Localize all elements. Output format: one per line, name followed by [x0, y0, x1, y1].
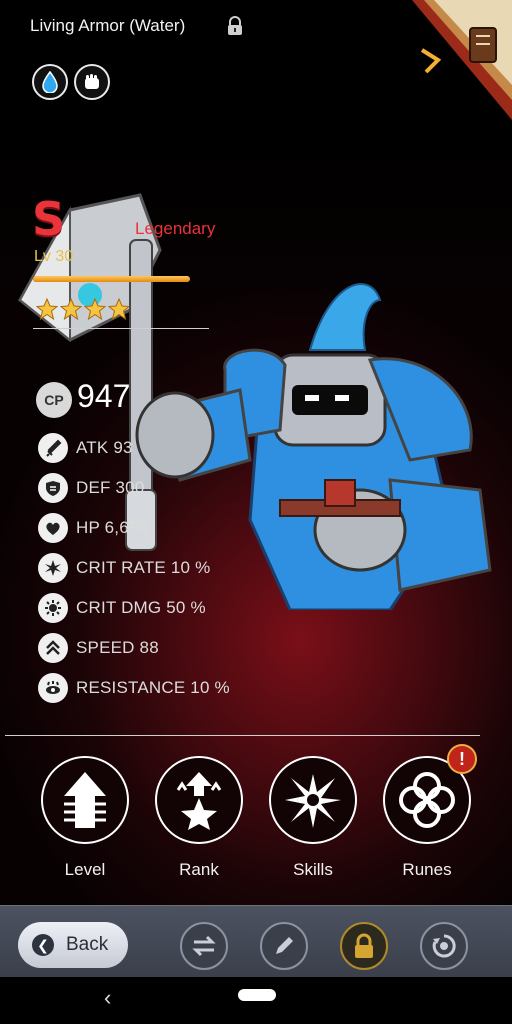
recycle-icon [432, 934, 456, 958]
water-element-icon [32, 64, 68, 100]
runes-alert-badge: ! [447, 744, 477, 774]
padlock-icon[interactable] [226, 16, 244, 36]
swap-button[interactable] [180, 922, 228, 970]
chevron-left-icon: ❮ [32, 934, 54, 956]
lock-icon [355, 933, 373, 958]
divider [5, 735, 480, 736]
stat-value: DEF 300 [76, 478, 145, 497]
shield-icon [38, 473, 68, 503]
cp-value: 947 [77, 378, 131, 414]
crit-damage-icon [38, 593, 68, 623]
star-icon [60, 298, 82, 320]
grade-letter: S [32, 192, 66, 246]
monster-detail-screen: Living Armor (Water) S Legendary Lv 30 C… [0, 0, 512, 905]
stat-row: ATK 93 [38, 433, 133, 463]
sword-icon [38, 433, 68, 463]
xp-bar [33, 276, 190, 282]
skills-button[interactable]: Skills [265, 756, 361, 880]
crit-rate-burst-icon [38, 553, 68, 583]
rank-button[interactable]: Rank [151, 756, 247, 880]
lock-button[interactable] [340, 922, 388, 970]
action-label: Level [64, 860, 106, 879]
stat-value: SPEED 88 [76, 638, 159, 657]
rarity-label: Legendary [135, 219, 216, 238]
resistance-eye-icon [38, 673, 68, 703]
cp-badge: CP [36, 382, 72, 418]
stat-row: RESISTANCE 10 % [38, 673, 230, 703]
stat-row: CRIT RATE 10 % [38, 553, 210, 583]
action-label: Skills [293, 860, 333, 879]
fist-attack-type-icon [74, 64, 110, 100]
back-label: Back [66, 934, 109, 955]
runes-button[interactable]: Runes [379, 756, 475, 880]
xp-bar-fill [33, 276, 190, 282]
bottom-toolbar: ❮ Back [0, 905, 512, 978]
level-button[interactable]: Level [37, 756, 133, 880]
monster-name: Living Armor (Water) [30, 16, 186, 35]
swap-icon [192, 935, 216, 957]
system-navigation-bar: ‹ [0, 977, 512, 1024]
pencil-icon [276, 937, 293, 954]
stat-row: DEF 300 [38, 473, 145, 503]
rename-button[interactable] [260, 922, 308, 970]
rank-star-icon [155, 756, 243, 844]
stat-value: HP 6,686 [76, 518, 149, 537]
star-icon [36, 298, 58, 320]
back-button[interactable]: ❮ Back [18, 922, 128, 968]
action-label: Runes [402, 860, 452, 879]
recycle-button[interactable] [420, 922, 468, 970]
stat-value: ATK 93 [76, 438, 133, 457]
action-label: Rank [179, 860, 219, 879]
stat-row: CRIT DMG 50 % [38, 593, 206, 623]
stat-value: CRIT RATE 10 % [76, 558, 211, 577]
stat-value: RESISTANCE 10 % [76, 678, 230, 697]
book-icon[interactable] [412, 0, 512, 120]
stat-value: CRIT DMG 50 % [76, 598, 206, 617]
heart-icon [38, 513, 68, 543]
system-back-icon[interactable]: ‹ [104, 985, 111, 1011]
stat-row: SPEED 88 [38, 633, 159, 663]
level-up-arrow-icon [41, 756, 129, 844]
stat-row: HP 6,686 [38, 513, 148, 543]
star-icon [84, 298, 106, 320]
system-home-pill[interactable] [238, 989, 276, 1001]
speed-chevrons-icon [38, 633, 68, 663]
divider [33, 328, 209, 329]
star-rating [36, 298, 130, 320]
level-label: Lv 30 [34, 248, 74, 265]
star-icon [108, 298, 130, 320]
skills-burst-icon [269, 756, 357, 844]
